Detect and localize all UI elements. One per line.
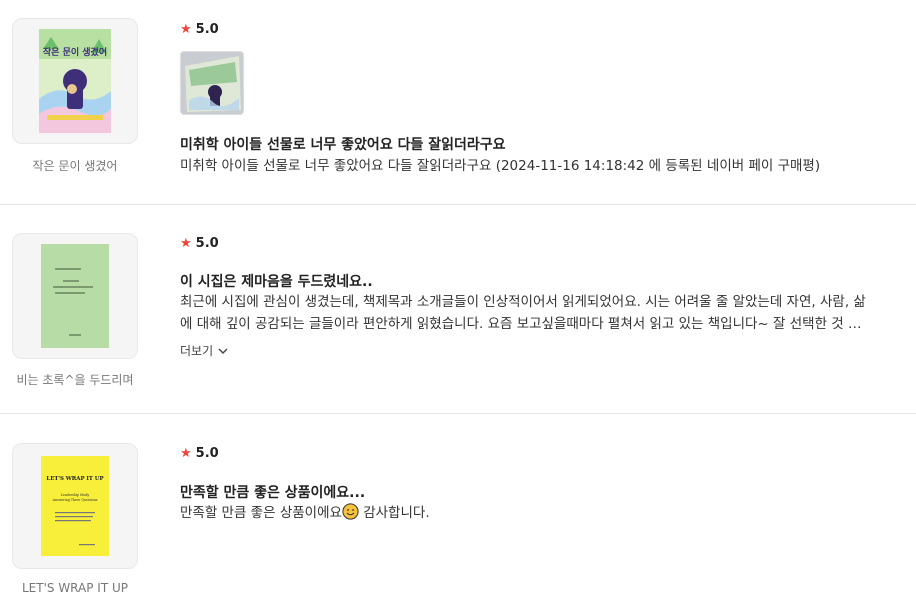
svg-text:Leadership Study: Leadership Study (61, 493, 90, 497)
rating-score: 5.0 (195, 236, 219, 251)
review-item: 비는 초록^을 두드리며 ★ 5.0 이 시집은 제마음을 두드렸네요.. 최근… (0, 205, 916, 413)
product-thumbnail[interactable]: LET'S WRAP IT UP Leadership Study Answer… (12, 443, 138, 569)
rating: ★ 5.0 (180, 446, 219, 461)
review-body: 미취학 아이들 선물로 너무 좋았어요 다들 잘읽더라구요 (2024-11-1… (180, 158, 821, 174)
chevron-down-icon (218, 348, 228, 354)
smiling-face-icon (342, 503, 359, 520)
svg-text:Answering Three Questions: Answering Three Questions (52, 498, 98, 502)
star-icon: ★ (180, 446, 192, 461)
star-icon: ★ (180, 236, 192, 251)
rating-score: 5.0 (195, 446, 219, 461)
product-name[interactable]: 비는 초록^을 두드리며 (0, 371, 150, 388)
more-button[interactable]: 더보기 (180, 342, 229, 359)
review-body-text: 감사합니다. (358, 505, 430, 521)
book-cover-image: 작은 문이 생겼어 (39, 29, 111, 133)
product-thumbnail[interactable]: 작은 문이 생겼어 (12, 18, 138, 144)
product-thumbnail[interactable] (12, 233, 138, 359)
review-body-text: 만족할 만큼 좋은 상품이에요 (180, 505, 342, 521)
star-icon: ★ (180, 22, 192, 37)
book-cover-image: LET'S WRAP IT UP Leadership Study Answer… (41, 456, 109, 556)
review-item: 작은 문이 생겼어 작은 문이 생겼어 ★ 5.0 미취학 아이들 선물로 너무… (0, 0, 916, 204)
review-title: 이 시집은 제마음을 두드렸네요.. (180, 274, 373, 290)
more-label: 더보기 (180, 344, 214, 358)
review-photo-image (181, 52, 243, 114)
rating-score: 5.0 (195, 22, 219, 37)
review-title: 미취학 아이들 선물로 너무 좋았어요 다들 잘읽더라구요 (180, 137, 506, 153)
svg-text:작은 문이 생겼어: 작은 문이 생겼어 (43, 46, 107, 58)
book-cover-image (41, 244, 109, 348)
rating: ★ 5.0 (180, 22, 219, 37)
review-item: LET'S WRAP IT UP Leadership Study Answer… (0, 414, 916, 612)
review-body: 최근에 시집에 관심이 생겼는데, 책제목과 소개글들이 인상적이어서 읽게되었… (180, 294, 866, 332)
rating: ★ 5.0 (180, 236, 219, 251)
review-photo[interactable] (180, 51, 244, 115)
review-body: 만족할 만큼 좋은 상품이에요 감사합니다. (180, 502, 870, 524)
review-title: 만족할 만큼 좋은 상품이에요... (180, 485, 366, 501)
svg-text:LET'S WRAP IT UP: LET'S WRAP IT UP (46, 476, 103, 482)
product-name[interactable]: 작은 문이 생겼어 (0, 157, 150, 174)
product-name[interactable]: LET'S WRAP IT UP (0, 581, 150, 595)
